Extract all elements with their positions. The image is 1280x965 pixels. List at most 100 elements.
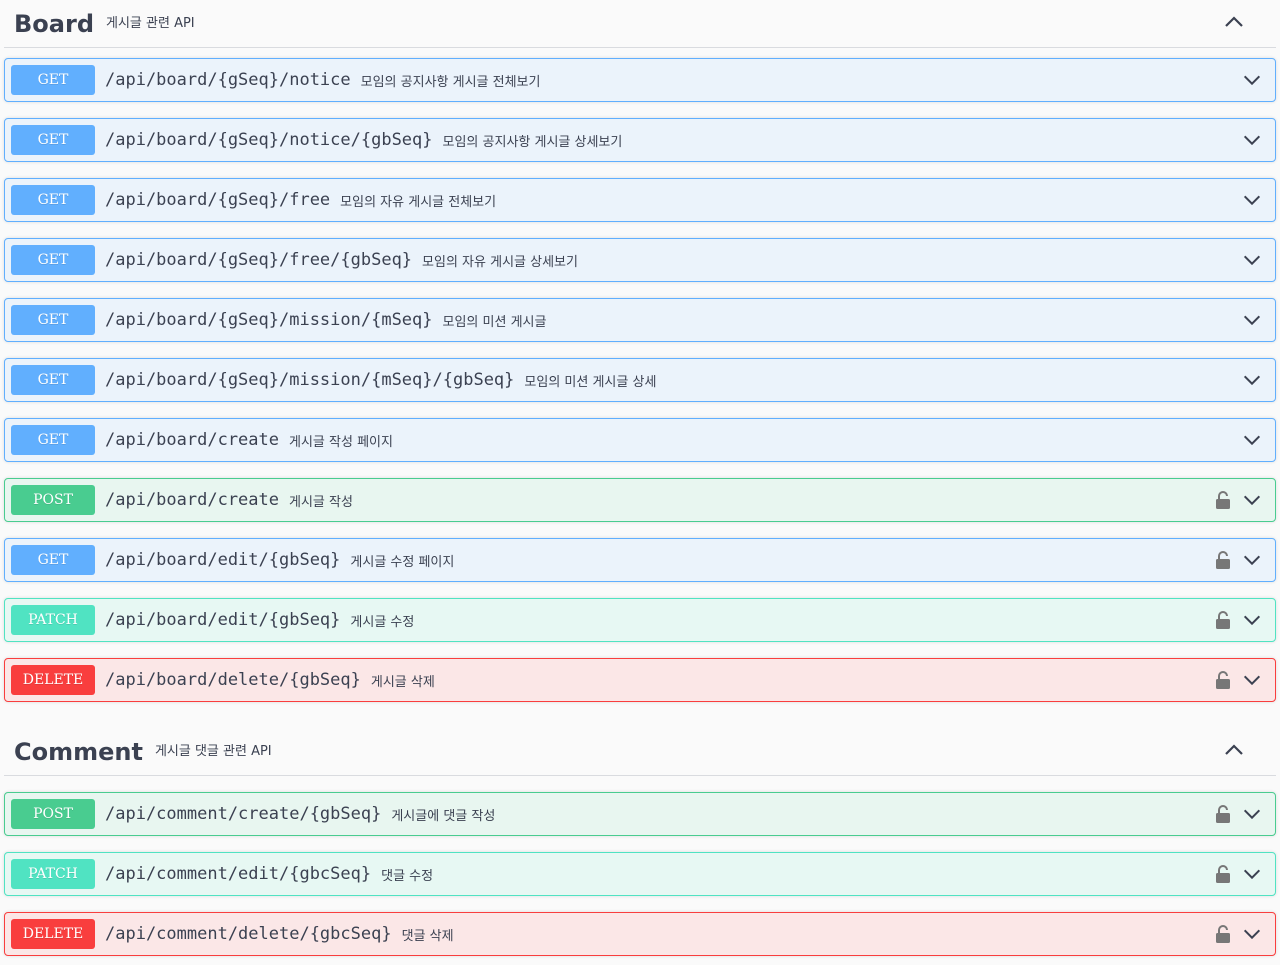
chevron-down-icon[interactable] bbox=[1241, 309, 1263, 331]
chevron-down-icon[interactable] bbox=[1241, 189, 1263, 211]
method-badge: POST bbox=[11, 799, 95, 829]
method-badge: GET bbox=[11, 305, 95, 335]
chevron-up-icon[interactable] bbox=[1222, 738, 1246, 762]
tag-section-board: Board 게시글 관련 API bbox=[0, 0, 1280, 48]
operation-controls bbox=[1241, 369, 1263, 391]
method-badge: PATCH bbox=[11, 859, 95, 889]
operation-controls bbox=[1215, 489, 1263, 511]
method-badge: GET bbox=[11, 185, 95, 215]
operation-controls bbox=[1241, 429, 1263, 451]
tag-name: Board bbox=[14, 9, 94, 38]
operation-controls bbox=[1241, 249, 1263, 271]
chevron-down-icon[interactable] bbox=[1241, 249, 1263, 271]
operation-path: /api/board/edit/{gbSeq} bbox=[105, 610, 341, 630]
chevron-down-icon[interactable] bbox=[1241, 669, 1263, 691]
operation-path: /api/board/{gSeq}/mission/{mSeq}/{gbSeq} bbox=[105, 370, 515, 390]
operation-summary: 게시글 삭제 bbox=[370, 674, 435, 690]
operation-controls bbox=[1241, 309, 1263, 331]
operation-summary: 모임의 자유 게시글 상세보기 bbox=[422, 254, 578, 270]
operation-controls bbox=[1215, 669, 1263, 691]
operation-patch[interactable]: PATCH/api/board/edit/{gbSeq} 게시글 수정 bbox=[4, 598, 1276, 642]
operation-summary: 모임의 자유 게시글 전체보기 bbox=[340, 194, 497, 210]
operation-summary: 모임의 미션 게시글 상세 bbox=[524, 374, 657, 390]
chevron-down-icon[interactable] bbox=[1241, 129, 1263, 151]
lock-icon[interactable] bbox=[1215, 670, 1231, 690]
operation-get[interactable]: GET/api/board/create 게시글 작성 페이지 bbox=[4, 418, 1276, 462]
method-badge: DELETE bbox=[11, 665, 95, 695]
operation-controls bbox=[1215, 863, 1263, 885]
method-badge: GET bbox=[11, 365, 95, 395]
operation-get[interactable]: GET/api/board/{gSeq}/mission/{mSeq} 모임의 미… bbox=[4, 298, 1276, 342]
operation-path: /api/comment/delete/{gbcSeq} bbox=[105, 924, 392, 944]
chevron-down-icon[interactable] bbox=[1241, 923, 1263, 945]
method-badge: PATCH bbox=[11, 605, 95, 635]
operation-summary: 댓글 삭제 bbox=[401, 928, 454, 944]
operation-delete[interactable]: DELETE/api/board/delete/{gbSeq} 게시글 삭제 bbox=[4, 658, 1276, 702]
chevron-down-icon[interactable] bbox=[1241, 489, 1263, 511]
operation-delete[interactable]: DELETE/api/comment/delete/{gbcSeq} 댓글 삭제 bbox=[4, 912, 1276, 956]
operation-controls bbox=[1215, 923, 1263, 945]
chevron-down-icon[interactable] bbox=[1241, 429, 1263, 451]
operation-controls bbox=[1215, 609, 1263, 631]
operation-summary: 게시글에 댓글 작성 bbox=[391, 808, 496, 824]
operation-get[interactable]: GET/api/board/{gSeq}/notice 모임의 공지사항 게시글 … bbox=[4, 58, 1276, 102]
operation-controls bbox=[1241, 129, 1263, 151]
lock-icon[interactable] bbox=[1215, 490, 1231, 510]
operation-post[interactable]: POST/api/board/create 게시글 작성 bbox=[4, 478, 1276, 522]
operation-summary: 게시글 작성 페이지 bbox=[289, 434, 393, 450]
lock-icon[interactable] bbox=[1215, 804, 1231, 824]
operation-path: /api/comment/create/{gbSeq} bbox=[105, 804, 382, 824]
method-badge: GET bbox=[11, 245, 95, 275]
operation-patch[interactable]: PATCH/api/comment/edit/{gbcSeq} 댓글 수정 bbox=[4, 852, 1276, 896]
operation-controls bbox=[1241, 189, 1263, 211]
operation-get[interactable]: GET/api/board/{gSeq}/notice/{gbSeq} 모임의 공… bbox=[4, 118, 1276, 162]
chevron-down-icon[interactable] bbox=[1241, 863, 1263, 885]
operation-summary: 모임의 미션 게시글 bbox=[442, 314, 547, 330]
lock-icon[interactable] bbox=[1215, 610, 1231, 630]
chevron-down-icon[interactable] bbox=[1241, 549, 1263, 571]
chevron-up-icon[interactable] bbox=[1222, 10, 1246, 34]
operation-path: /api/board/edit/{gbSeq} bbox=[105, 550, 341, 570]
lock-icon[interactable] bbox=[1215, 864, 1231, 884]
method-badge: GET bbox=[11, 425, 95, 455]
lock-icon[interactable] bbox=[1215, 924, 1231, 944]
chevron-down-icon[interactable] bbox=[1241, 69, 1263, 91]
operation-get[interactable]: GET/api/board/{gSeq}/free 모임의 자유 게시글 전체보기 bbox=[4, 178, 1276, 222]
method-badge: DELETE bbox=[11, 919, 95, 949]
method-badge: POST bbox=[11, 485, 95, 515]
tag-description: 게시글 관련 API bbox=[106, 16, 195, 31]
operation-summary: 댓글 수정 bbox=[381, 868, 434, 884]
operation-controls bbox=[1241, 69, 1263, 91]
tag-description: 게시글 댓글 관련 API bbox=[154, 744, 272, 759]
operation-path: /api/board/create bbox=[105, 490, 279, 510]
operation-summary: 게시글 작성 bbox=[289, 494, 353, 510]
tag-section-comment: Comment 게시글 댓글 관련 API bbox=[0, 728, 1280, 776]
operation-controls bbox=[1215, 803, 1263, 825]
operation-path: /api/board/{gSeq}/free/{gbSeq} bbox=[105, 250, 413, 270]
operation-path: /api/board/{gSeq}/notice/{gbSeq} bbox=[105, 130, 433, 150]
operation-summary: 모임의 공지사항 게시글 상세보기 bbox=[442, 134, 623, 150]
operation-path: /api/board/create bbox=[105, 430, 279, 450]
operation-path: /api/board/{gSeq}/mission/{mSeq} bbox=[105, 310, 433, 330]
method-badge: GET bbox=[11, 65, 95, 95]
chevron-down-icon[interactable] bbox=[1241, 609, 1263, 631]
method-badge: GET bbox=[11, 545, 95, 575]
tag-header[interactable]: Board 게시글 관련 API bbox=[4, 0, 1276, 48]
lock-icon[interactable] bbox=[1215, 550, 1231, 570]
chevron-down-icon[interactable] bbox=[1241, 369, 1263, 391]
operation-path: /api/board/delete/{gbSeq} bbox=[105, 670, 361, 690]
chevron-down-icon[interactable] bbox=[1241, 803, 1263, 825]
operation-summary: 모임의 공지사항 게시글 전체보기 bbox=[360, 74, 541, 90]
operation-get[interactable]: GET/api/board/{gSeq}/mission/{mSeq}/{gbS… bbox=[4, 358, 1276, 402]
operation-summary: 게시글 수정 bbox=[350, 614, 415, 630]
operation-summary: 게시글 수정 페이지 bbox=[350, 554, 455, 570]
operation-get[interactable]: GET/api/board/edit/{gbSeq} 게시글 수정 페이지 bbox=[4, 538, 1276, 582]
operation-path: /api/board/{gSeq}/notice bbox=[105, 70, 351, 90]
tag-header[interactable]: Comment 게시글 댓글 관련 API bbox=[4, 728, 1276, 776]
method-badge: GET bbox=[11, 125, 95, 155]
operation-controls bbox=[1215, 549, 1263, 571]
operation-post[interactable]: POST/api/comment/create/{gbSeq} 게시글에 댓글 작… bbox=[4, 792, 1276, 836]
operation-get[interactable]: GET/api/board/{gSeq}/free/{gbSeq} 모임의 자유 … bbox=[4, 238, 1276, 282]
operation-path: /api/board/{gSeq}/free bbox=[105, 190, 331, 210]
operation-path: /api/comment/edit/{gbcSeq} bbox=[105, 864, 372, 884]
